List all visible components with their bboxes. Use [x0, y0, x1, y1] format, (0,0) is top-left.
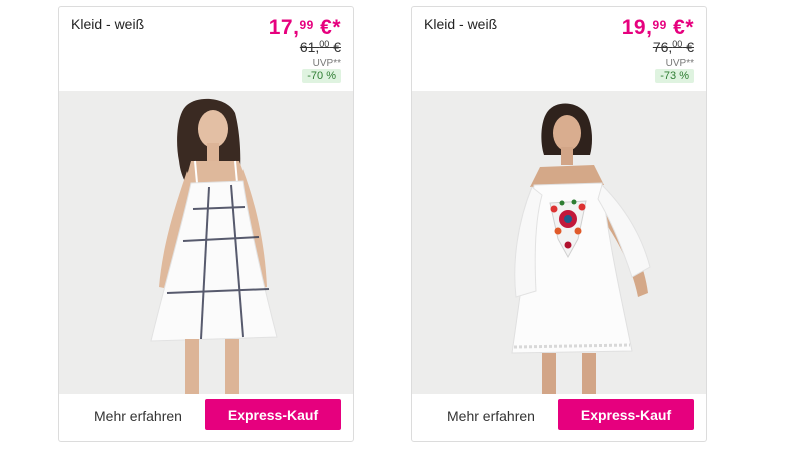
sale-price-cents: 99 — [652, 18, 667, 32]
product-card[interactable]: Kleid - weiß 17,99 €* 61,00 € UVP** -70 … — [58, 6, 354, 442]
original-price-cents: 00 — [672, 39, 683, 49]
uvp-label: UVP** — [665, 58, 694, 69]
product-actions: Mehr erfahren Express-Kauf — [59, 393, 353, 441]
sale-price-cents: 99 — [299, 18, 314, 32]
express-buy-button[interactable]: Express-Kauf — [205, 399, 341, 430]
sale-price-suffix: €* — [313, 16, 341, 39]
sale-price-suffix: €* — [666, 16, 694, 39]
product-title[interactable]: Kleid - weiß — [71, 16, 144, 32]
uvp-label: UVP** — [312, 58, 341, 69]
original-price: 61,00 € — [300, 39, 341, 55]
express-buy-button[interactable]: Express-Kauf — [558, 399, 694, 430]
discount-badge: -70 % — [302, 69, 341, 83]
product-card[interactable]: Kleid - weiß 19,99 €* 76,00 € UVP** -73 … — [411, 6, 707, 442]
sale-price: 19,99 €* — [622, 16, 694, 40]
product-title[interactable]: Kleid - weiß — [424, 16, 497, 32]
more-info-link[interactable]: Mehr erfahren — [94, 408, 182, 424]
more-info-link[interactable]: Mehr erfahren — [447, 408, 535, 424]
original-price-suffix: € — [329, 39, 341, 55]
discount-badge: -73 % — [655, 69, 694, 83]
dress-embroidered-cold-shoulder-image — [511, 103, 651, 394]
original-price-main: 76, — [652, 39, 673, 55]
sale-price-main: 17, — [268, 16, 300, 39]
original-price-main: 61, — [299, 39, 320, 55]
sale-price: 17,99 €* — [269, 16, 341, 40]
product-image[interactable] — [59, 91, 353, 394]
original-price-cents: 00 — [319, 39, 330, 49]
product-actions: Mehr erfahren Express-Kauf — [412, 393, 706, 441]
original-price-suffix: € — [682, 39, 694, 55]
product-header: Kleid - weiß 19,99 €* 76,00 € UVP** -73 … — [412, 7, 706, 91]
original-price: 76,00 € — [653, 39, 694, 55]
product-header: Kleid - weiß 17,99 €* 61,00 € UVP** -70 … — [59, 7, 353, 91]
dress-checked-straps-image — [150, 98, 278, 394]
sale-price-main: 19, — [621, 16, 653, 39]
product-image[interactable] — [412, 91, 706, 394]
